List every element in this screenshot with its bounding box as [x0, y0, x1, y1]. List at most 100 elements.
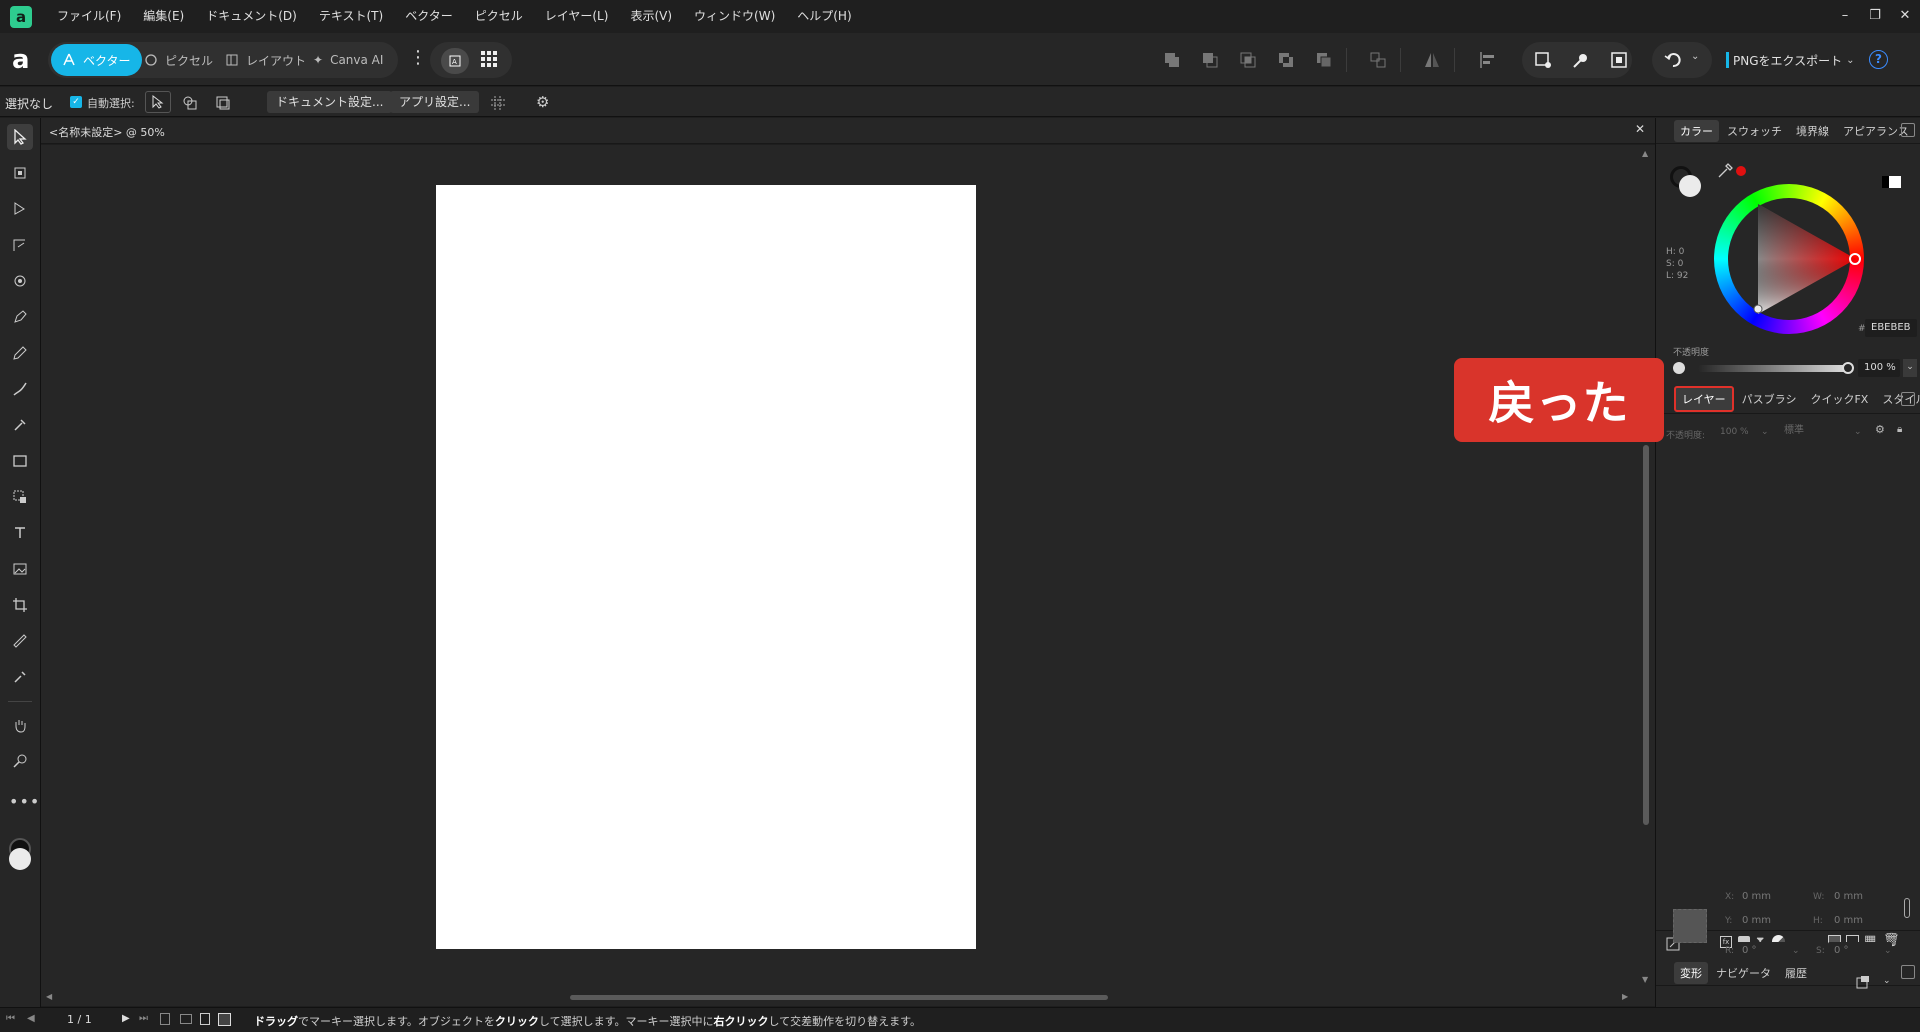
layer-opacity-value[interactable]: 100 % — [1720, 427, 1749, 437]
settings-gear-icon[interactable]: ⚙ — [536, 93, 549, 111]
add-page-icon[interactable] — [218, 1013, 231, 1026]
opacity-slider[interactable] — [1698, 365, 1848, 372]
shape-builder-tool[interactable] — [7, 268, 33, 294]
collapse-layers-panel-icon[interactable] — [1901, 392, 1915, 406]
tab-quick-fx[interactable]: クイックFX — [1804, 388, 1874, 410]
collapse-transform-panel-icon[interactable] — [1901, 965, 1915, 979]
eyedropper-icon[interactable] — [1716, 162, 1734, 180]
vertical-scrollbar[interactable]: ▲ ▼ — [1638, 145, 1655, 989]
xor-shapes-icon[interactable] — [1276, 50, 1296, 70]
minimize-icon[interactable]: – — [1832, 0, 1858, 33]
opacity-dropdown-icon[interactable]: ⌄ — [1903, 359, 1917, 377]
persona-canva-ai-button[interactable]: ✦ Canva AI — [302, 44, 394, 76]
prev-page-icon[interactable]: ◀ — [27, 1013, 35, 1024]
corner-tool[interactable] — [7, 232, 33, 258]
page-view-icon[interactable] — [160, 1013, 170, 1025]
tab-layers[interactable]: レイヤー — [1674, 385, 1734, 412]
more-tools-icon[interactable]: ••• — [9, 792, 40, 811]
vector-brush-tool[interactable] — [7, 376, 33, 402]
export-png-button[interactable]: PNGをエクスポート ⌄ — [1726, 48, 1855, 72]
app-settings-button[interactable]: アプリ設定... — [390, 91, 480, 113]
fill-swatch[interactable] — [1679, 175, 1701, 197]
restore-icon[interactable]: ❐ — [1862, 0, 1888, 33]
grid-apps-icon[interactable] — [480, 50, 498, 68]
y-input[interactable]: 0 mm — [1736, 912, 1800, 930]
w-input[interactable]: 0 mm — [1828, 888, 1892, 906]
menu-edit[interactable]: 編集(E) — [132, 0, 195, 33]
combine-icon[interactable] — [1368, 50, 1388, 70]
artboard[interactable] — [436, 185, 976, 949]
x-input[interactable]: 0 mm — [1736, 888, 1800, 906]
persona-vector-button[interactable]: ベクター — [51, 44, 142, 76]
image-tool[interactable] — [7, 556, 33, 582]
menu-text[interactable]: テキスト(T) — [308, 0, 394, 33]
lock-icon[interactable]: 🔒︎ — [1897, 424, 1902, 435]
anchor-point-selector[interactable] — [1673, 909, 1707, 943]
menu-view[interactable]: 表示(V) — [619, 0, 683, 33]
link-aspect-icon[interactable] — [1904, 898, 1910, 918]
affinity-logo-icon[interactable]: a — [12, 47, 30, 73]
menu-layer[interactable]: レイヤー(L) — [534, 0, 620, 33]
horizontal-scroll-thumb[interactable] — [570, 995, 1108, 1000]
text-tool[interactable] — [7, 520, 33, 546]
intersect-shapes-icon[interactable] — [1238, 50, 1258, 70]
menu-vector[interactable]: ベクター — [394, 0, 464, 33]
menu-document[interactable]: ドキュメント(D) — [195, 0, 308, 33]
studio-link-button[interactable]: A — [441, 48, 469, 74]
rotation-input[interactable]: 0 ° — [1736, 942, 1800, 960]
intersect-select-icon[interactable] — [182, 95, 198, 111]
hex-input[interactable]: EBEBEB — [1865, 319, 1917, 337]
select-mode-button[interactable] — [145, 91, 171, 113]
close-window-icon[interactable]: ✕ — [1892, 0, 1918, 33]
move-tool[interactable] — [7, 124, 33, 150]
h-input[interactable]: 0 mm — [1828, 912, 1892, 930]
persona-pixel-button[interactable]: ピクセル — [133, 44, 224, 76]
paint-brush-tool[interactable] — [7, 412, 33, 438]
node-tool[interactable] — [7, 196, 33, 222]
opacity-input[interactable]: 100 % — [1858, 359, 1900, 377]
pencil-tool[interactable] — [7, 340, 33, 366]
layer-settings-gear-icon[interactable]: ⚙ — [1875, 423, 1885, 436]
hand-tool[interactable] — [7, 712, 33, 738]
snapping-icon[interactable] — [1571, 50, 1591, 70]
rotation-chevron-icon[interactable]: ⌄ — [1792, 946, 1800, 956]
vertical-scroll-thumb[interactable] — [1643, 445, 1649, 825]
transform-options-icon[interactable] — [1855, 974, 1873, 990]
horizontal-scrollbar[interactable]: ◀ ▶ — [41, 989, 1655, 1006]
scroll-up-icon[interactable]: ▲ — [1642, 149, 1648, 158]
layers-list[interactable] — [1656, 445, 1920, 931]
add-shapes-icon[interactable] — [1162, 50, 1182, 70]
bounding-box-icon[interactable] — [1609, 50, 1629, 70]
collapse-color-panel-icon[interactable] — [1901, 123, 1915, 137]
grid-icon[interactable] — [490, 95, 506, 111]
undo-hook-icon[interactable] — [1663, 50, 1683, 70]
saturation-triangle[interactable] — [1714, 184, 1864, 334]
copy-select-icon[interactable] — [215, 95, 231, 111]
menu-help[interactable]: ヘルプ(H) — [786, 0, 862, 33]
transform-origin-icon[interactable] — [1533, 50, 1553, 70]
artboard-tool[interactable] — [7, 160, 33, 186]
tab-history[interactable]: 履歴 — [1779, 962, 1813, 984]
duplicate-page-icon[interactable] — [200, 1013, 210, 1025]
layer-opacity-chevron-icon[interactable]: ⌄ — [1761, 427, 1769, 437]
divide-shapes-icon[interactable] — [1314, 50, 1334, 70]
scroll-left-icon[interactable]: ◀ — [46, 992, 52, 1001]
first-page-icon[interactable]: ⏮ — [6, 1013, 15, 1024]
help-icon[interactable]: ? — [1869, 50, 1888, 69]
spread-view-icon[interactable] — [180, 1014, 192, 1024]
measure-tool[interactable] — [7, 628, 33, 654]
document-settings-button[interactable]: ドキュメント設定... — [267, 91, 393, 113]
chevron-down-icon[interactable]: ⌄ — [1691, 51, 1699, 62]
fill-color-swatch[interactable] — [9, 848, 31, 870]
color-picker-tool[interactable] — [7, 664, 33, 690]
subtract-shapes-icon[interactable] — [1200, 50, 1220, 70]
shape-tool[interactable] — [7, 484, 33, 510]
crop-tool[interactable] — [7, 592, 33, 618]
align-icon[interactable] — [1478, 50, 1498, 70]
tab-navigator[interactable]: ナビゲータ — [1710, 962, 1777, 984]
opacity-slider-thumb[interactable] — [1842, 362, 1854, 374]
last-page-icon[interactable]: ⏭ — [139, 1013, 148, 1024]
document-tab[interactable]: <名称未設定> @ 50% ✕ — [41, 118, 1655, 144]
shear-input[interactable]: 0 ° — [1828, 942, 1892, 960]
close-document-icon[interactable]: ✕ — [1635, 122, 1645, 136]
